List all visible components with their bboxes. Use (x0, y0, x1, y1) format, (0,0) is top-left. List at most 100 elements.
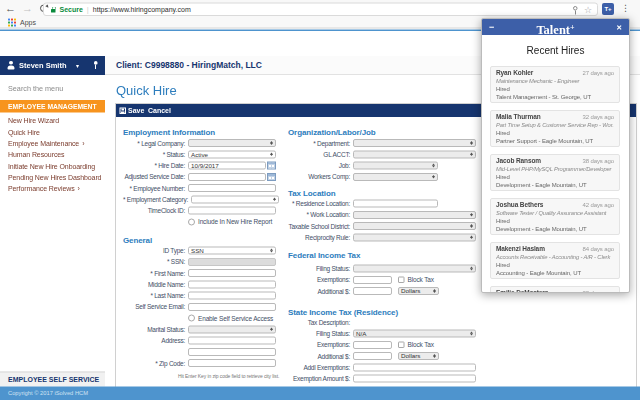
sidebar-item-quick-hire[interactable]: Quick Hire (0, 126, 105, 137)
forward-icon[interactable]: → (22, 2, 33, 15)
block-tax-checkbox[interactable] (398, 342, 405, 349)
close-button[interactable]: ✕ (616, 19, 622, 35)
apps-label[interactable]: Apps (20, 18, 36, 26)
marital-status-select[interactable] (188, 325, 276, 333)
form-row: GL ACCT: (288, 150, 488, 158)
hire-days-ago: 32 days ago (582, 114, 614, 121)
sidebar-item-employee-maintenance[interactable]: Employee Maintenance› (0, 138, 105, 149)
sidebar-menu: New Hire WizardQuick HireEmployee Mainte… (0, 115, 105, 194)
section-title: Organization/Labor/Job (288, 128, 488, 137)
block-tax-checkbox[interactable] (398, 277, 405, 284)
dollars-select[interactable]: Dollars (398, 352, 439, 360)
workers-comp-select[interactable] (353, 173, 438, 181)
sidebar-item-human-resources[interactable]: Human Resources (0, 149, 105, 160)
pin-icon[interactable] (93, 61, 99, 70)
timeclock-id-input[interactable] (188, 207, 276, 215)
select-value: N/A (356, 330, 366, 337)
taxable-school-district-select[interactable] (353, 222, 476, 230)
employee-number-input[interactable] (188, 184, 276, 192)
work-location-select[interactable] (353, 211, 476, 219)
sidebar-section-employee-management[interactable]: EMPLOYEE MANAGEMENT (0, 100, 105, 113)
status-select[interactable]: Active (188, 150, 276, 158)
ssn-input[interactable] (188, 258, 276, 266)
additional-input[interactable] (353, 287, 392, 295)
address-input[interactable] (188, 337, 276, 345)
addl-exemptions-input[interactable] (353, 363, 476, 371)
exemptions-input[interactable] (353, 276, 392, 284)
hire-card[interactable]: Jacob Ransom38 days agoMid-Level PHP/MyS… (490, 154, 620, 191)
department-select[interactable] (353, 139, 476, 147)
hire-status: Hired (496, 173, 614, 181)
sidebar-item-performance-reviews[interactable]: Performance Reviews› (0, 183, 105, 194)
back-icon[interactable]: ← (5, 2, 16, 15)
cancel-button[interactable]: Cancel (148, 104, 171, 117)
hire-job-title: Maintenance Mechanic - Engineer (496, 77, 614, 85)
address-bar[interactable]: Secure | https://www.hiringcompany.com ☆ (43, 3, 598, 17)
sidebar-username[interactable]: Steven Smith (19, 56, 67, 75)
form-section: State Income Tax (Residence)Tax Descript… (288, 307, 488, 382)
secure-label: Secure (60, 5, 83, 13)
filing-status-select[interactable]: N/A (353, 330, 476, 338)
apps-grid-icon[interactable] (8, 19, 16, 27)
adjusted-service-date-input[interactable] (188, 173, 266, 181)
legal-company-select[interactable] (188, 139, 276, 147)
include-in-new-hire-report-radio[interactable] (188, 218, 195, 225)
field-label (123, 218, 188, 226)
form-row: Include In New Hire Report (123, 218, 288, 226)
section-title: Federal Income Tax (288, 251, 488, 260)
exemptions-input[interactable] (353, 341, 392, 349)
field-label: Exemptions: (288, 341, 353, 349)
last-name-input[interactable] (188, 292, 276, 300)
section-title: General (123, 236, 288, 245)
hire-card[interactable]: Joshua Bethers42 days agoSoftware Tester… (490, 198, 620, 235)
sidebar-item-label: Human Resources (8, 151, 64, 159)
hire-name: Jacob Ransom (496, 157, 541, 165)
self-service-email-input[interactable] (188, 303, 276, 311)
dollars-select[interactable]: Dollars (398, 287, 439, 295)
field-label: * Employee Number: (123, 184, 188, 192)
form-row: Hit Enter Key in zip code field to retri… (123, 370, 288, 378)
residence-location-input[interactable] (353, 200, 438, 208)
bookmark-star-icon[interactable]: ☆ (584, 5, 592, 14)
hire-card[interactable]: Makenzi Haslam84 days agoAccounts Receiv… (490, 242, 620, 279)
hire-location: Development - Eagle Mountain, UT (496, 225, 614, 233)
reciprocity-rule-select[interactable] (353, 233, 476, 241)
job-select[interactable] (353, 162, 438, 170)
employment-category-select[interactable] (191, 195, 279, 203)
sidebar-user-header[interactable]: Steven Smith ▾ (0, 56, 105, 75)
select-value: Active (191, 151, 208, 158)
gl-acct-select[interactable] (353, 150, 476, 158)
hire-location: Accounting - Eagle Mountain, UT (496, 269, 614, 277)
sidebar-item-initiate-new-hire-onboarding[interactable]: Initiate New Hire Onboarding (0, 160, 105, 171)
sidebar-section-employee-self-service[interactable]: EMPLOYEE SELF SERVICE (0, 372, 105, 387)
id-type-select[interactable]: SSN (188, 247, 276, 255)
talent-extension-icon[interactable]: T+ (602, 3, 614, 15)
hire-job-title: Mid-Level PHP/MySQL Programmer/Developer (496, 165, 614, 173)
sidebar-item-pending-new-hires-dashboard[interactable]: Pending New Hires Dashboard (0, 172, 105, 183)
middle-name-input[interactable] (188, 280, 276, 288)
hire-date-input[interactable]: 10/9/2017 (188, 162, 266, 170)
additional-input[interactable] (353, 352, 392, 360)
field-input[interactable] (188, 348, 276, 356)
sidebar-item-new-hire-wizard[interactable]: New Hire Wizard (0, 115, 105, 126)
first-name-input[interactable] (188, 269, 276, 277)
zip-code-input[interactable] (188, 359, 276, 367)
hire-name: Malia Thurman (496, 113, 541, 121)
browser-menu-icon[interactable]: ⋮ (621, 3, 630, 14)
key-icon[interactable] (573, 6, 578, 11)
enable-self-service-access-radio[interactable] (188, 315, 195, 322)
url-text: https://www.hiringcompany.com (93, 5, 191, 13)
filing-status-select[interactable] (353, 265, 476, 273)
form-row: Tax Description: (288, 318, 488, 326)
sidebar-search[interactable]: Search the menu (0, 75, 105, 99)
hire-card[interactable]: Malia Thurman32 days agoPart Time Setup … (490, 110, 620, 147)
save-button[interactable]: Save (128, 104, 144, 117)
sidebar-item-label: Pending New Hires Dashboard (8, 173, 101, 181)
section-title: Employment Information (123, 128, 288, 137)
hire-card[interactable]: Ryan Kohler27 days agoMaintenance Mechan… (490, 66, 620, 103)
exemption-amount-input[interactable] (353, 375, 476, 383)
calendar-icon[interactable] (267, 162, 276, 170)
hire-card[interactable]: Emilie DeMasters88 days ago (490, 286, 620, 293)
calendar-icon[interactable] (267, 173, 276, 181)
chevron-right-icon: › (82, 139, 84, 147)
